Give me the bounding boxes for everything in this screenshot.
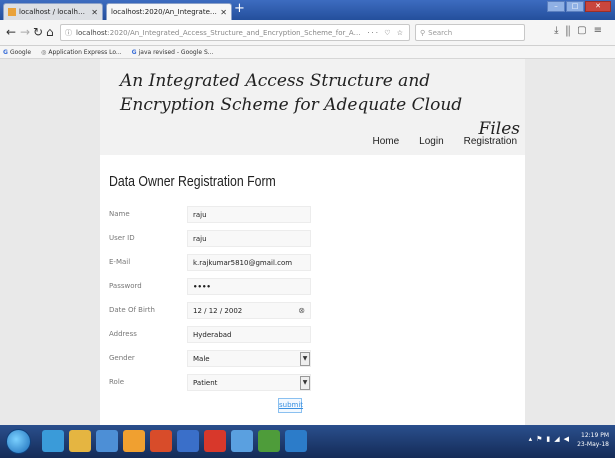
form-row-userid: User ID raju [109, 230, 409, 247]
gender-select[interactable]: Male ▼ [187, 350, 311, 367]
address-bar[interactable]: ⓘ localhost :2020/An_Integrated_Access_S… [60, 24, 410, 41]
windows-taskbar: ▴⚑▮◢◀ 12:19 PM 23-May-18 [0, 425, 615, 458]
taskbar-app-icon[interactable] [258, 430, 280, 452]
info-icon[interactable]: ⓘ [65, 28, 72, 38]
dob-field[interactable]: 12 / 12 / 2002 ⊗ [187, 302, 311, 319]
clock-date: 23-May-18 [577, 441, 609, 448]
chevron-down-icon[interactable]: ▼ [300, 352, 310, 366]
submit-button[interactable]: submit [278, 398, 303, 413]
browser-tab-bar: localhost / localhost / multiclc ✕ local… [0, 0, 615, 20]
form-title: Data Owner Registration Form [109, 173, 276, 190]
field-label: Role [109, 378, 125, 386]
email-field[interactable]: k.rajkumar5810@gmail.com [187, 254, 311, 271]
field-label: Password [109, 282, 142, 290]
form-row-dob: Date Of Birth 12 / 12 / 2002 ⊗ [109, 302, 409, 319]
search-icon: ⚲ [420, 28, 426, 37]
bookmark-apex[interactable]: ◎ Application Express Lo... [41, 49, 122, 56]
taskbar-app-icon[interactable] [231, 430, 253, 452]
menu-registration[interactable]: Registration [464, 136, 517, 147]
form-row-gender: Gender Male ▼ [109, 350, 409, 367]
menu-home[interactable]: Home [372, 136, 399, 147]
start-button[interactable] [6, 429, 31, 454]
url-path: :2020/An_Integrated_Access_Structure_and… [107, 28, 364, 37]
reload-icon[interactable]: ↻ [33, 26, 43, 38]
google-icon: G [131, 48, 137, 56]
window-controls: – □ ✕ [546, 1, 611, 12]
field-label: Name [109, 210, 130, 218]
site-title-line1: An Integrated Access Structure and Encry… [120, 71, 463, 115]
clock-time: 12:19 PM [581, 432, 609, 439]
field-label: Date Of Birth [109, 306, 155, 314]
back-arrow-icon[interactable]: ← [6, 26, 16, 38]
chevron-down-icon[interactable]: ▼ [300, 376, 310, 390]
home-icon[interactable]: ⌂ [46, 26, 54, 38]
system-tray: ▴⚑▮◢◀ 12:19 PM 23-May-18 [529, 431, 609, 449]
close-tab-icon[interactable]: ✕ [91, 8, 98, 17]
site-title: An Integrated Access Structure and Encry… [120, 69, 520, 141]
forward-arrow-icon[interactable]: → [20, 26, 30, 38]
form-row-email: E-Mail k.rajkumar5810@gmail.com [109, 254, 409, 271]
main-menu: Home Login Registration [352, 136, 517, 147]
toolbar-icons[interactable]: ⤓⫼▢≡ [554, 25, 609, 36]
tab-label: localhost / localhost / multiclc [19, 8, 89, 16]
page-content: An Integrated Access Structure and Encry… [0, 59, 615, 425]
name-field[interactable]: raju [187, 206, 311, 223]
search-placeholder: Search [428, 28, 453, 37]
minimize-icon[interactable]: – [547, 1, 565, 12]
globe-icon: ◎ [41, 48, 47, 56]
bookmark-java[interactable]: Gjava revised - Google S... [132, 49, 214, 56]
field-label: Gender [109, 354, 135, 362]
menu-login[interactable]: Login [419, 136, 443, 147]
userid-field[interactable]: raju [187, 230, 311, 247]
site-header: An Integrated Access Structure and Encry… [100, 59, 525, 159]
close-window-icon[interactable]: ✕ [585, 1, 611, 12]
tab-phpmyadmin[interactable]: localhost / localhost / multiclc ✕ [3, 3, 103, 20]
taskbar-app-icon[interactable] [150, 430, 172, 452]
bookmarks-bar: G Google ◎ Application Express Lo... Gjava… [0, 46, 615, 59]
form-row-address: Address Hyderabad [109, 326, 409, 343]
taskbar-app-icon[interactable] [285, 430, 307, 452]
tab-current-page[interactable]: localhost:2020/An_Integrated_Acce ✕ [106, 3, 232, 20]
browser-nav-bar: ← → ↻ ⌂ ⓘ localhost :2020/An_Integrated_… [0, 20, 615, 46]
address-field[interactable]: Hyderabad [187, 326, 311, 343]
taskbar-app-icon[interactable] [42, 430, 64, 452]
favicon-icon [8, 8, 16, 16]
password-field[interactable]: •••• [187, 278, 311, 295]
tab-label: localhost:2020/An_Integrated_Acce [111, 8, 217, 16]
form-row-role: Role Patient ▼ [109, 374, 409, 391]
form-row-name: Name raju [109, 206, 409, 223]
close-tab-icon[interactable]: ✕ [220, 8, 227, 17]
field-label: User ID [109, 234, 135, 242]
tray-icons[interactable]: ▴⚑▮◢◀ [529, 435, 573, 444]
clear-date-icon[interactable]: ⊗ [298, 306, 305, 315]
url-host: localhost [76, 28, 108, 37]
registration-card: Data Owner Registration Form Name raju U… [100, 155, 525, 425]
taskbar-app-icon[interactable] [204, 430, 226, 452]
page-actions-icon[interactable]: ··· ♡ ☆ [363, 29, 405, 37]
form-row-password: Password •••• [109, 278, 409, 295]
taskbar-app-icon[interactable] [177, 430, 199, 452]
taskbar-app-icon[interactable] [123, 430, 145, 452]
new-tab-icon[interactable]: + [234, 2, 245, 16]
field-label: Address [109, 330, 137, 338]
taskbar-app-icon[interactable] [96, 430, 118, 452]
maximize-icon[interactable]: □ [566, 1, 584, 12]
field-label: E-Mail [109, 258, 131, 266]
role-select[interactable]: Patient ▼ [187, 374, 311, 391]
search-input[interactable]: ⚲ Search [415, 24, 525, 41]
google-icon: G [3, 48, 8, 56]
taskbar-app-icon[interactable] [69, 430, 91, 452]
bookmark-google[interactable]: G Google [3, 49, 31, 56]
